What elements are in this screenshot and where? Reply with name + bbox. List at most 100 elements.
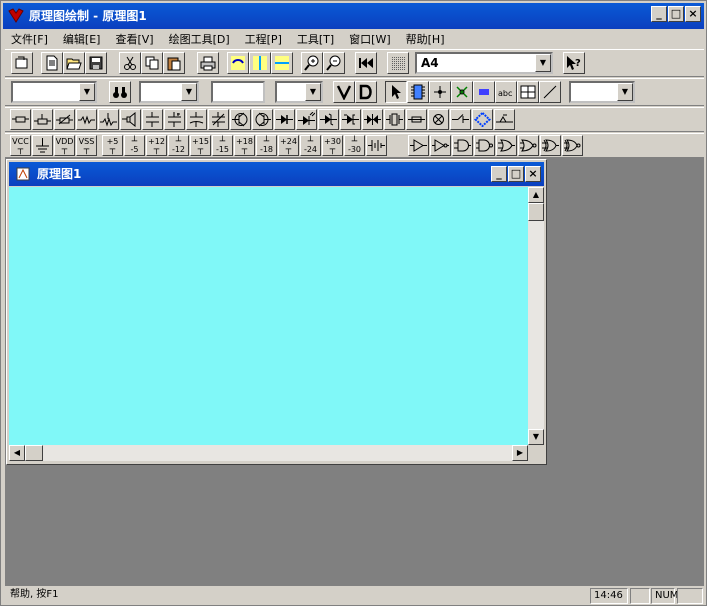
pnp-transistor-button[interactable] xyxy=(252,109,273,130)
cut-button[interactable] xyxy=(119,52,141,74)
switch-button[interactable] xyxy=(450,109,471,130)
bridge-rectifier-button[interactable] xyxy=(472,109,493,130)
lamp-button[interactable] xyxy=(428,109,449,130)
find-button[interactable] xyxy=(109,81,131,103)
minus30-button[interactable]: ┴ -30 xyxy=(344,135,365,156)
diode-button[interactable] xyxy=(274,109,295,130)
plus30-button[interactable]: +30 ┬ xyxy=(322,135,343,156)
not-gate-button[interactable] xyxy=(430,135,451,156)
minus24-button[interactable]: ┴ -24 xyxy=(300,135,321,156)
text-label-button[interactable]: abc xyxy=(495,81,517,103)
font-size-select[interactable]: ▼ xyxy=(139,81,199,103)
vdd-button[interactable]: VDD ┬ xyxy=(54,135,75,156)
zoom-out-button[interactable] xyxy=(323,52,345,74)
print-button[interactable] xyxy=(197,52,219,74)
schematic-titlebar[interactable]: 原理图1 _ □ × xyxy=(9,162,544,186)
or-gate-button[interactable] xyxy=(496,135,517,156)
potentiometer-button[interactable] xyxy=(32,109,53,130)
nand-gate-button[interactable] xyxy=(474,135,495,156)
schematic-canvas[interactable] xyxy=(9,187,528,445)
vertical-scroll-thumb[interactable] xyxy=(528,203,544,221)
undo-button[interactable] xyxy=(227,52,249,74)
menu-project[interactable]: 工程[P] xyxy=(245,31,282,47)
child-close-button[interactable]: × xyxy=(525,166,541,182)
new-file-button[interactable] xyxy=(41,52,63,74)
vss-button[interactable]: VSS ┬ xyxy=(76,135,97,156)
color-select[interactable]: ▼ xyxy=(569,81,635,103)
voltage-probe-button[interactable] xyxy=(333,81,355,103)
xor-gate-button[interactable] xyxy=(540,135,561,156)
text-input[interactable] xyxy=(211,81,265,103)
buffer-gate-button[interactable] xyxy=(408,135,429,156)
menu-view[interactable]: 查看[V] xyxy=(115,31,153,47)
minus12-button[interactable]: ┴ -12 xyxy=(168,135,189,156)
battery-button[interactable] xyxy=(366,135,387,156)
flip-vertical-button[interactable] xyxy=(271,52,293,74)
context-help-button[interactable]: ? xyxy=(563,52,585,74)
zener-diode-button[interactable] xyxy=(318,109,339,130)
menu-edit[interactable]: 编辑[E] xyxy=(63,31,101,47)
led-button[interactable] xyxy=(296,109,317,130)
minus5-button[interactable]: ┴ -5 xyxy=(124,135,145,156)
child-maximize-button[interactable]: □ xyxy=(508,166,524,182)
open-file-button[interactable] xyxy=(63,52,85,74)
xnor-gate-button[interactable] xyxy=(562,135,583,156)
junction-button[interactable] xyxy=(429,81,451,103)
minimize-button[interactable]: _ xyxy=(651,6,667,22)
line-width-select[interactable]: ▼ xyxy=(275,81,323,103)
paste-button[interactable] xyxy=(163,52,185,74)
menu-tools[interactable]: 工具[T] xyxy=(297,31,334,47)
chevron-down-icon[interactable]: ▼ xyxy=(305,83,321,101)
child-minimize-button[interactable]: _ xyxy=(491,166,507,182)
flip-horizontal-button[interactable] xyxy=(249,52,271,74)
select-pointer-button[interactable] xyxy=(385,81,407,103)
resistor-zigzag-button[interactable] xyxy=(76,109,97,130)
main-titlebar[interactable]: 原理图绘制 - 原理图1 _ □ × xyxy=(3,3,704,29)
relay-button[interactable] xyxy=(494,109,515,130)
chip-button[interactable] xyxy=(407,81,429,103)
npn-transistor-button[interactable] xyxy=(230,109,251,130)
pot-zigzag-button[interactable] xyxy=(98,109,119,130)
chevron-down-icon[interactable]: ▼ xyxy=(181,83,197,101)
polarized-capacitor-button[interactable] xyxy=(186,109,207,130)
vcc-button[interactable]: VCC ┬ xyxy=(10,135,31,156)
chevron-down-icon[interactable]: ▼ xyxy=(535,54,551,72)
nor-gate-button[interactable] xyxy=(518,135,539,156)
scroll-left-button[interactable]: ◀ xyxy=(9,445,25,461)
scroll-down-button[interactable]: ▼ xyxy=(528,429,544,445)
resistor-button[interactable] xyxy=(10,109,31,130)
go-first-button[interactable] xyxy=(355,52,377,74)
schottky-diode-button[interactable] xyxy=(340,109,361,130)
grid-button[interactable] xyxy=(387,52,409,74)
bus-button[interactable] xyxy=(473,81,495,103)
minus15-button[interactable]: ┴ -15 xyxy=(212,135,233,156)
chevron-down-icon[interactable]: ▼ xyxy=(79,83,95,101)
menu-file[interactable]: 文件[F] xyxy=(11,31,48,47)
no-connect-button[interactable] xyxy=(451,81,473,103)
resize-grip[interactable] xyxy=(528,445,544,461)
horizontal-scrollbar[interactable]: ◀ ▶ xyxy=(9,445,528,461)
fuse-button[interactable] xyxy=(406,109,427,130)
vertical-scrollbar[interactable]: ▲ ▼ xyxy=(528,187,544,445)
scroll-up-button[interactable]: ▲ xyxy=(528,187,544,203)
draw-line-button[interactable] xyxy=(539,81,561,103)
plus15-button[interactable]: +15 ┬ xyxy=(190,135,211,156)
plus18-button[interactable]: +18 ┬ xyxy=(234,135,255,156)
paper-size-select[interactable]: A4 ▼ xyxy=(415,52,553,74)
horizontal-scroll-thumb[interactable] xyxy=(25,445,43,461)
maximize-button[interactable]: □ xyxy=(668,6,684,22)
scroll-right-button[interactable]: ▶ xyxy=(512,445,528,461)
capacitor-button[interactable] xyxy=(142,109,163,130)
open-project-button[interactable] xyxy=(11,52,33,74)
font-name-select[interactable]: ▼ xyxy=(11,81,97,103)
bidirectional-diode-button[interactable] xyxy=(362,109,383,130)
copy-button[interactable] xyxy=(141,52,163,74)
and-gate-button[interactable] xyxy=(452,135,473,156)
minus18-button[interactable]: ┴ -18 xyxy=(256,135,277,156)
close-button[interactable]: × xyxy=(685,6,701,22)
chevron-down-icon[interactable]: ▼ xyxy=(617,83,633,101)
variable-resistor-button[interactable] xyxy=(54,109,75,130)
variable-capacitor-button[interactable] xyxy=(208,109,229,130)
delete-button[interactable] xyxy=(355,81,377,103)
ground-button[interactable] xyxy=(32,135,53,156)
